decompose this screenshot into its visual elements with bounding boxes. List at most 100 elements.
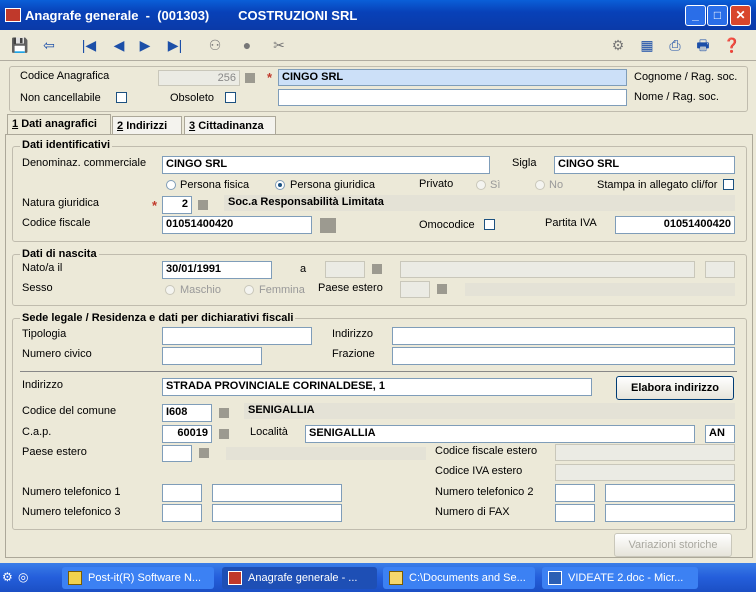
variazioni-storiche-button[interactable]: Variazioni storiche (614, 533, 732, 557)
fax-label: Numero di FAX (435, 506, 510, 518)
cf-estero-field[interactable] (555, 444, 735, 461)
a-label: a (300, 263, 307, 275)
cognome-field[interactable]: CINGO SRL (278, 69, 627, 86)
tipologia-field[interactable] (162, 327, 312, 345)
fax-number-field[interactable] (605, 504, 735, 522)
lookup-icon[interactable] (437, 284, 447, 294)
persona-fisica-radio[interactable] (166, 180, 176, 190)
non-cancellabile-checkbox[interactable] (116, 92, 127, 103)
lookup-icon[interactable] (198, 200, 208, 210)
close-button[interactable]: ✕ (730, 5, 751, 26)
save-icon[interactable]: 💾 (9, 34, 31, 56)
privato-si-radio[interactable] (476, 180, 486, 190)
print-icon[interactable]: ⎙ (664, 34, 686, 56)
tools-icon[interactable]: ⚙ (607, 34, 629, 56)
help-icon[interactable]: ❓ (721, 34, 743, 56)
window-title: Anagrafe generale - (001303) COSTRUZIONI… (25, 8, 358, 23)
minimize-button[interactable]: _ (685, 5, 706, 26)
prev-icon[interactable]: ◀ (108, 34, 130, 56)
cf-calc-icon[interactable] (320, 218, 336, 233)
tel1-number-field[interactable] (212, 484, 342, 502)
taskbar-item-postit[interactable]: Post-it(R) Software N... (62, 567, 214, 589)
binoculars-icon[interactable]: ⚇ (204, 34, 226, 56)
lookup-icon[interactable] (199, 448, 209, 458)
tel3-prefix-field[interactable] (162, 504, 202, 522)
persona-giuridica-label: Persona giuridica (290, 179, 375, 191)
tel1-prefix-field[interactable] (162, 484, 202, 502)
taskbar-item-word[interactable]: VIDEATE 2.doc - Micr... (542, 567, 698, 589)
civa-estero-field[interactable] (555, 464, 735, 481)
tab-num: 3 (189, 120, 196, 132)
fax-prefix-field[interactable] (555, 504, 595, 522)
maximize-button[interactable]: □ (707, 5, 728, 26)
persona-giuridica-radio[interactable] (275, 180, 285, 190)
last-icon[interactable]: ▶| (164, 34, 186, 56)
prov-nascita-field[interactable] (705, 261, 735, 278)
persona-fisica-label: Persona fisica (180, 179, 250, 191)
natura-code-field[interactable]: 2 (162, 196, 192, 214)
maschio-label: Maschio (180, 284, 221, 296)
tel2-label: Numero telefonico 2 (435, 486, 534, 498)
taskbar-item-anagrafe[interactable]: Anagrafe generale - ... (222, 567, 377, 589)
denominaz-label: Denominaz. commerciale (22, 157, 147, 169)
tel2-prefix-field[interactable] (555, 484, 595, 502)
lookup-icon[interactable] (219, 408, 229, 418)
privato-label: Privato (419, 178, 454, 190)
circle-icon[interactable]: ● (236, 34, 258, 56)
maschio-radio[interactable] (165, 285, 175, 295)
indirizzo-field[interactable]: STRADA PROVINCIALE CORINALDESE, 1 (162, 378, 592, 396)
tab-cittadinanza[interactable]: 3 Cittadinanza (184, 116, 276, 134)
sigla-label: Sigla (512, 157, 537, 169)
prov-field[interactable]: AN (705, 425, 735, 443)
calculator-icon[interactable]: ▦ (636, 34, 658, 56)
nato-field[interactable]: 30/01/1991 (162, 261, 272, 279)
codice-anagrafica-field[interactable]: 256 (158, 70, 240, 86)
tab-indirizzi[interactable]: 2 Indirizzi (112, 116, 182, 134)
toolbar: 💾 ⇦ |◀ ◀ ▶ ▶| ⚇ ● ✂ ⚙ ▦ ⎙ 🖶 ❓ (0, 30, 756, 61)
obsoleto-checkbox[interactable] (225, 92, 236, 103)
tray-icon[interactable]: ⚙ (2, 570, 16, 584)
comune-desc-box (244, 403, 735, 419)
elabora-indirizzo-button[interactable]: Elabora indirizzo (616, 376, 734, 400)
scissors-icon[interactable]: ✂ (268, 34, 290, 56)
printer-setup-icon[interactable]: 🖶 (692, 34, 714, 56)
cap-field[interactable]: 60019 (162, 425, 212, 443)
tel2-number-field[interactable] (605, 484, 735, 502)
next-icon[interactable]: ▶ (134, 34, 156, 56)
codice-anagrafica-label: Codice Anagrafica (20, 70, 110, 82)
tab-dati-anagrafici[interactable]: 1 Dati anagrafici (7, 114, 111, 135)
lookup-icon[interactable] (245, 73, 255, 83)
omocodice-checkbox[interactable] (484, 219, 495, 230)
cognome-label: Cognome / Rag. soc. (634, 71, 738, 83)
title-bar: Anagrafe generale - (001303) COSTRUZIONI… (0, 0, 756, 30)
denominaz-field[interactable]: CINGO SRL (162, 156, 490, 174)
indirizzo-top-field[interactable] (392, 327, 735, 345)
localita-field[interactable]: SENIGALLIA (305, 425, 695, 443)
cf-field[interactable]: 01051400420 (162, 216, 312, 234)
frazione-field[interactable] (392, 347, 735, 365)
femmina-label: Femmina (259, 284, 305, 296)
paese-estero-field[interactable] (162, 445, 192, 462)
paese-estero-label: Paese estero (22, 446, 87, 458)
tel3-number-field[interactable] (212, 504, 342, 522)
lookup-icon[interactable] (219, 429, 229, 439)
paese-estero-nascita-field[interactable] (400, 281, 430, 298)
privato-no-radio[interactable] (535, 180, 545, 190)
word-icon (548, 571, 562, 585)
nome-field[interactable] (278, 89, 627, 106)
lookup-icon[interactable] (372, 264, 382, 274)
femmina-radio[interactable] (244, 285, 254, 295)
back-icon[interactable]: ⇦ (38, 34, 60, 56)
ie-icon[interactable]: ◎ (18, 570, 32, 584)
comune-name: SENIGALLIA (248, 404, 315, 416)
first-icon[interactable]: |◀ (78, 34, 100, 56)
paese-estero-desc (226, 447, 426, 460)
comune-nascita-name-field[interactable] (400, 261, 695, 278)
comune-code-field[interactable]: I608 (162, 404, 212, 422)
taskbar-item-explorer[interactable]: C:\Documents and Se... (383, 567, 535, 589)
comune-nascita-code-field[interactable] (325, 261, 365, 278)
sigla-field[interactable]: CINGO SRL (554, 156, 735, 174)
stampa-checkbox[interactable] (723, 179, 734, 190)
numero-civico-field[interactable] (162, 347, 262, 365)
piva-field[interactable]: 01051400420 (615, 216, 735, 234)
